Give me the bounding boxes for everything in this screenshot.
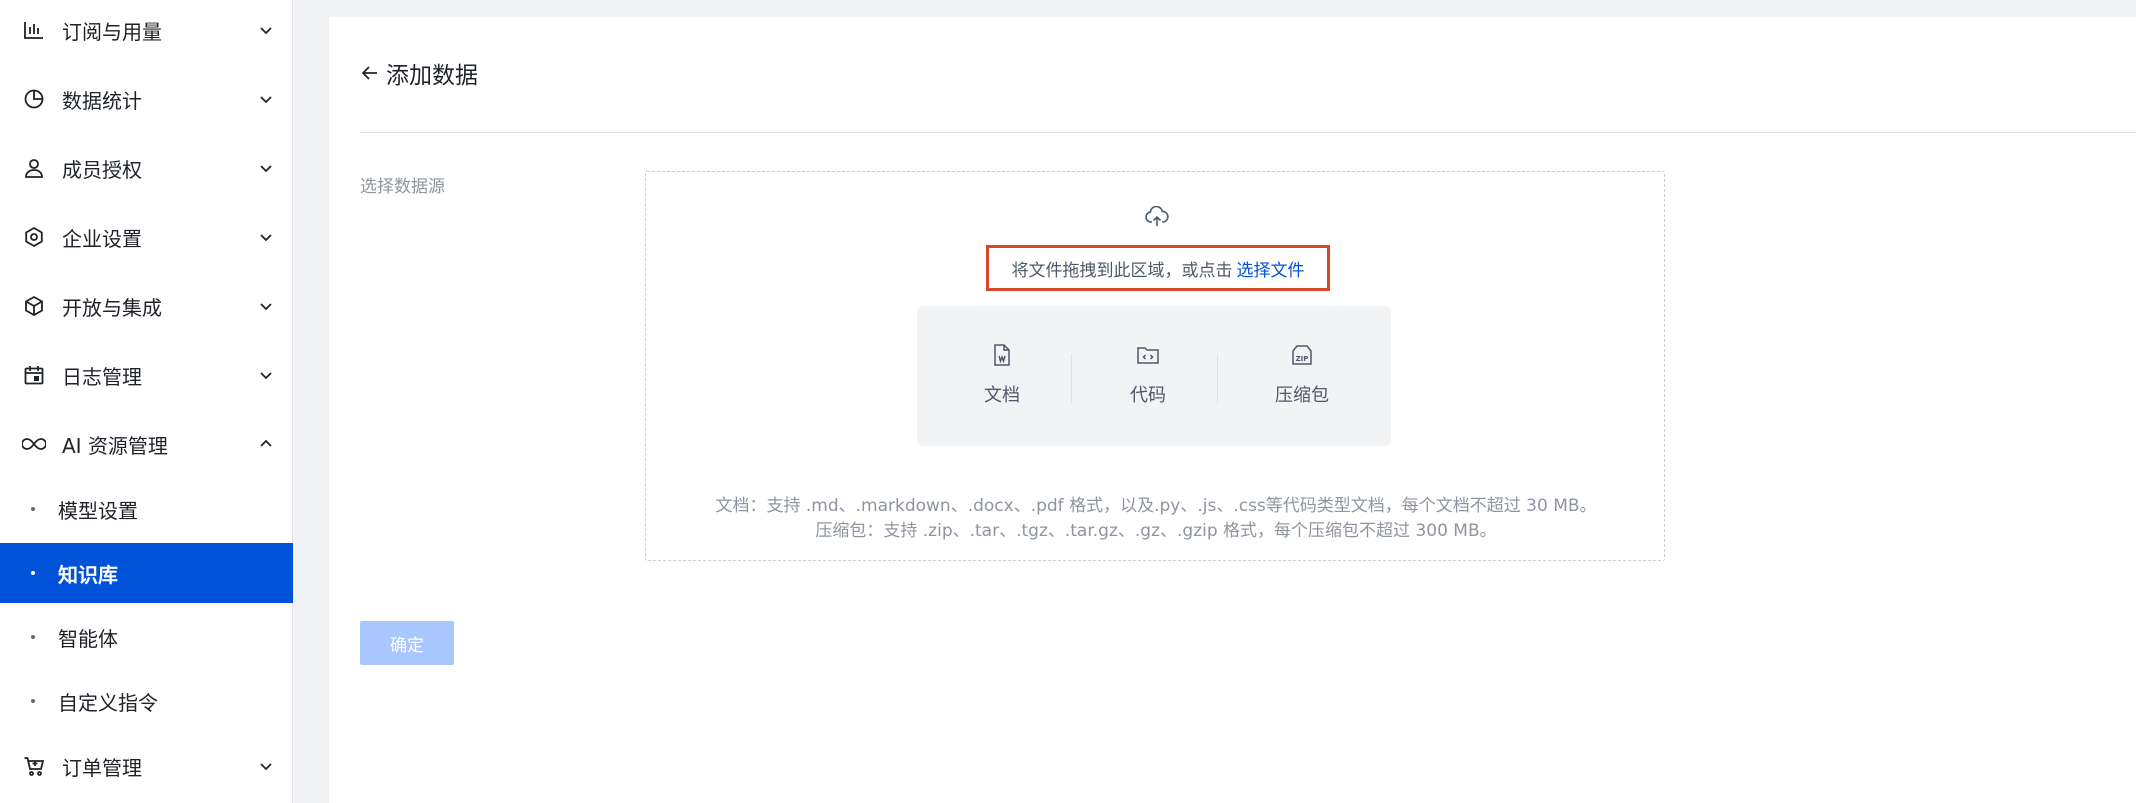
format-description-archives: 压缩包：支持 .zip、.tar、.tgz、.tar.gz、.gz、.gzip … (815, 521, 1497, 541)
cloud-upload-icon (1145, 205, 1169, 229)
sidebar-subitem-custom-instructions[interactable]: 自定义指令 (0, 671, 293, 731)
confirm-button[interactable]: 确定 (360, 621, 454, 665)
main-panel: 添加数据 选择数据源 将文件拖拽到此区域，或点击 选择文件 文档 代码 ZIP … (329, 17, 2136, 803)
sidebar-item-statistics[interactable]: 数据统计 (0, 74, 293, 124)
sidebar-subitem-knowledge-base[interactable]: 知识库 (0, 543, 293, 603)
cube-icon (22, 294, 46, 318)
back-button[interactable]: 添加数据 (360, 55, 478, 91)
sidebar-item-logs[interactable]: 日志管理 (0, 350, 293, 400)
select-file-link[interactable]: 选择文件 (1237, 256, 1305, 281)
upload-hint-text: 将文件拖拽到此区域，或点击 (1011, 260, 1233, 281)
sidebar-item-ai-resources[interactable]: AI 资源管理 (0, 419, 293, 469)
chevron-down-icon (256, 756, 276, 776)
document-icon (989, 342, 1015, 368)
sidebar-item-label: 订阅与用量 (62, 19, 162, 44)
header-divider (360, 132, 2136, 133)
sidebar-item-label: 开放与集成 (62, 295, 162, 320)
sidebar-subitem-label: 知识库 (58, 562, 118, 587)
pie-chart-icon (22, 87, 46, 111)
calendar-icon (22, 363, 46, 387)
upload-dropzone[interactable]: 将文件拖拽到此区域，或点击 选择文件 文档 代码 ZIP 压缩包 文档：支持 .… (645, 171, 1665, 561)
chevron-down-icon (256, 227, 276, 247)
sidebar-subitem-label: 模型设置 (58, 498, 138, 523)
chevron-down-icon (256, 296, 276, 316)
bullet-dot (31, 699, 35, 703)
sidebar-item-enterprise-settings[interactable]: 企业设置 (0, 212, 293, 262)
chevron-down-icon (256, 89, 276, 109)
bullet-dot (31, 571, 35, 575)
page-title: 添加数据 (386, 63, 478, 89)
file-type-panel: 文档 代码 ZIP 压缩包 (917, 306, 1391, 446)
file-type-label: 压缩包 (1275, 385, 1329, 406)
zip-icon: ZIP (1289, 342, 1315, 368)
upload-hint: 将文件拖拽到此区域，或点击 选择文件 (986, 245, 1330, 291)
type-separator (1217, 354, 1218, 404)
data-source-label: 选择数据源 (360, 177, 445, 197)
file-type-document[interactable]: 文档 (947, 306, 1057, 446)
chevron-down-icon (256, 365, 276, 385)
bar-chart-icon (22, 18, 46, 42)
user-icon (22, 156, 46, 180)
sidebar-item-label: 数据统计 (62, 88, 142, 113)
sidebar-subitem-label: 智能体 (58, 626, 118, 651)
sidebar-subitem-model-settings[interactable]: 模型设置 (0, 479, 293, 539)
sidebar-item-orders[interactable]: 订单管理 (0, 741, 293, 791)
file-type-label: 代码 (1130, 385, 1166, 406)
sidebar-item-label: 日志管理 (62, 364, 142, 389)
arrow-left-icon (360, 62, 382, 84)
format-description-docs: 文档：支持 .md、.markdown、.docx、.pdf 格式，以及.py、… (715, 496, 1597, 516)
sidebar-subitem-label: 自定义指令 (58, 690, 158, 715)
file-type-label: 文档 (984, 385, 1020, 406)
sidebar: 订阅与用量 数据统计 成员授权 企业设置 开放与集成 日志管理 AI 资源管理 … (0, 0, 293, 803)
sidebar-item-label: AI 资源管理 (62, 433, 168, 458)
sidebar-item-label: 企业设置 (62, 226, 142, 251)
chevron-up-icon (256, 434, 276, 454)
sidebar-item-members[interactable]: 成员授权 (0, 143, 293, 193)
file-type-code[interactable]: 代码 (1093, 306, 1203, 446)
sidebar-item-label: 成员授权 (62, 157, 142, 182)
sidebar-item-integration[interactable]: 开放与集成 (0, 281, 293, 331)
type-separator (1071, 354, 1072, 404)
chevron-down-icon (256, 158, 276, 178)
infinity-icon (22, 432, 46, 456)
bullet-dot (31, 507, 35, 511)
bullet-dot (31, 635, 35, 639)
svg-text:ZIP: ZIP (1296, 355, 1309, 363)
cart-icon (22, 754, 46, 778)
sidebar-item-label: 订单管理 (62, 755, 142, 780)
settings-icon (22, 225, 46, 249)
code-folder-icon (1135, 342, 1161, 368)
sidebar-item-subscription[interactable]: 订阅与用量 (0, 5, 293, 55)
sidebar-subitem-agents[interactable]: 智能体 (0, 607, 293, 667)
chevron-down-icon (256, 20, 276, 40)
file-type-zip[interactable]: ZIP 压缩包 (1237, 306, 1367, 446)
